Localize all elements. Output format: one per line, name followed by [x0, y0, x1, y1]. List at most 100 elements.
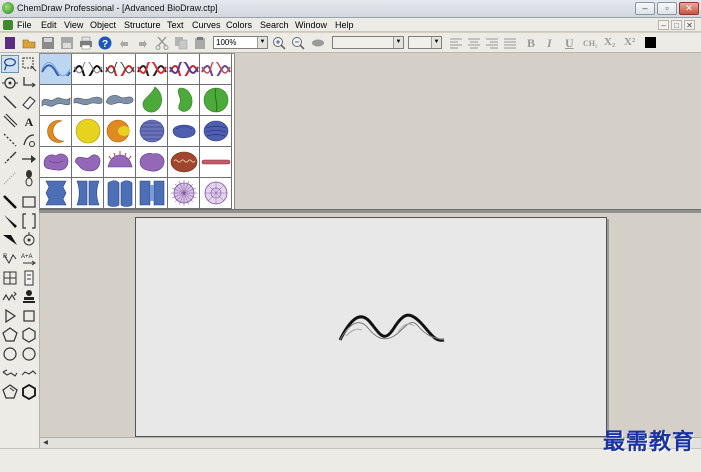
menu-edit[interactable]: Edit	[41, 20, 57, 30]
play-triangle-icon[interactable]	[1, 307, 19, 325]
align-left-icon[interactable]	[449, 36, 463, 50]
chemical-symbol-tool-icon[interactable]	[20, 231, 38, 249]
membrane-gray-curled-template[interactable]	[104, 85, 136, 116]
doc-close-button[interactable]: ✕	[684, 20, 695, 30]
cell-yellow-round-template[interactable]	[72, 116, 104, 147]
organelle-purple-spiky-template[interactable]	[104, 147, 136, 178]
rod-red-template[interactable]	[200, 147, 232, 178]
superscript-button[interactable]: X²	[624, 36, 635, 48]
marquee-tool-icon[interactable]	[20, 55, 38, 73]
close-button[interactable]: ✕	[679, 2, 699, 15]
pen-tool-icon[interactable]	[20, 131, 38, 149]
dna-helix-drawing[interactable]	[338, 308, 448, 348]
chair-cyclohexane-tool-icon[interactable]	[1, 364, 19, 382]
atom-map-tool-icon[interactable]: A+A	[20, 250, 38, 268]
lasso-tool-icon[interactable]	[1, 55, 19, 73]
subscript-button[interactable]: X₂	[604, 36, 615, 48]
mitochondrion-brown-template[interactable]	[168, 147, 200, 178]
eraser-tool-icon[interactable]	[20, 93, 38, 111]
scroll-left-icon[interactable]: ◀	[41, 439, 50, 447]
menu-text[interactable]: Text	[167, 20, 184, 30]
channel-blue-double-template[interactable]	[104, 178, 136, 209]
helix-red-template[interactable]	[104, 54, 136, 85]
cycloheptane-tool-icon[interactable]	[1, 345, 19, 363]
maximize-button[interactable]: ▫	[657, 2, 677, 15]
helix-black-template[interactable]	[72, 54, 104, 85]
hashed-wedge-tool-icon[interactable]	[1, 169, 19, 187]
menu-window[interactable]: Window	[295, 20, 327, 30]
virus-purple-ring-template[interactable]	[200, 178, 232, 209]
channel-blue-wide-template[interactable]	[136, 178, 168, 209]
acyclic-chain-tool-icon[interactable]	[1, 288, 19, 306]
menu-view[interactable]: View	[64, 20, 83, 30]
helix-purple-template[interactable]	[200, 54, 232, 85]
save-icon[interactable]	[41, 36, 55, 50]
cell-orange-crescent-template[interactable]	[40, 116, 72, 147]
menu-colors[interactable]: Colors	[226, 20, 252, 30]
leaf-green-split-template[interactable]	[200, 85, 232, 116]
menu-structure[interactable]: Structure	[124, 20, 161, 30]
single-bond-tool-icon[interactable]	[1, 93, 19, 111]
menu-curves[interactable]: Curves	[192, 20, 221, 30]
helix-blue-template[interactable]	[40, 54, 72, 85]
undo-icon[interactable]	[117, 36, 131, 50]
document-canvas[interactable]	[135, 217, 607, 437]
new-document-icon[interactable]	[3, 36, 17, 50]
zoom-in-icon[interactable]	[272, 36, 286, 50]
underline-button[interactable]: U	[565, 36, 574, 51]
arrow-tool-icon[interactable]	[20, 150, 38, 168]
zoom-select[interactable]: 100% ▼	[213, 36, 268, 49]
virus-purple-spiked-template[interactable]	[168, 178, 200, 209]
formula-button[interactable]: CH₂	[583, 39, 597, 48]
cut-icon[interactable]	[155, 36, 169, 50]
orbital-tool-icon[interactable]	[20, 169, 38, 187]
organelle-purple-fold-template[interactable]	[72, 147, 104, 178]
arrow-curve-tool-icon[interactable]	[20, 74, 38, 92]
organelle-blue-layered-template[interactable]	[200, 116, 232, 147]
save-copy-icon[interactable]	[60, 36, 74, 50]
chair-cyclohexane-alt-tool-icon[interactable]	[20, 364, 38, 382]
table-tool-icon[interactable]	[1, 269, 19, 287]
wide-wedge-tool-icon[interactable]	[1, 231, 19, 249]
leaf-green-curved-template[interactable]	[168, 85, 200, 116]
italic-button[interactable]: I	[547, 36, 552, 51]
text-tool-icon[interactable]: A	[20, 112, 38, 130]
helix-red-black-template[interactable]	[136, 54, 168, 85]
organelle-purple-ring-template[interactable]	[136, 147, 168, 178]
minimize-button[interactable]: –	[635, 2, 655, 15]
align-right-icon[interactable]	[485, 36, 499, 50]
membrane-gray-template[interactable]	[40, 85, 72, 116]
bold-button[interactable]: B	[527, 36, 535, 51]
justify-icon[interactable]	[503, 36, 517, 50]
print-icon[interactable]	[79, 36, 93, 50]
align-center-icon[interactable]	[467, 36, 481, 50]
horizontal-scrollbar[interactable]: ◀	[40, 437, 701, 448]
organelle-purple-striped-template[interactable]	[136, 116, 168, 147]
organelle-blue-template[interactable]	[168, 116, 200, 147]
copy-icon[interactable]	[174, 36, 188, 50]
cyclopentadiene-tool-icon[interactable]	[1, 383, 19, 401]
color-swatch[interactable]	[645, 37, 656, 48]
doc-minimize-button[interactable]: –	[658, 20, 669, 30]
menu-file[interactable]: File	[17, 20, 32, 30]
bracket-tool-icon[interactable]	[20, 212, 38, 230]
channel-blue-template[interactable]	[40, 178, 72, 209]
dashed-bond-tool-icon[interactable]	[1, 131, 19, 149]
rectangle-tool-icon[interactable]	[20, 193, 38, 211]
redo-icon[interactable]	[136, 36, 150, 50]
organelle-purple-blob-template[interactable]	[40, 147, 72, 178]
benzene-tool-icon[interactable]	[20, 383, 38, 401]
hashed-bond-tool-icon[interactable]	[1, 150, 19, 168]
wedge-bond-tool-icon[interactable]	[1, 212, 19, 230]
menu-object[interactable]: Object	[90, 20, 116, 30]
doc-restore-button[interactable]: □	[671, 20, 682, 30]
helix-red-purple-template[interactable]	[168, 54, 200, 85]
double-bond-tool-icon[interactable]	[1, 112, 19, 130]
font-size-select[interactable]: ▼	[408, 36, 442, 49]
structure-perspective-icon[interactable]	[1, 74, 19, 92]
show-all-icon[interactable]	[311, 36, 325, 50]
stamp-tool-icon[interactable]	[20, 288, 38, 306]
cell-orange-yellow-template[interactable]	[104, 116, 136, 147]
paste-icon[interactable]	[193, 36, 207, 50]
cyclooctane-tool-icon[interactable]	[20, 345, 38, 363]
